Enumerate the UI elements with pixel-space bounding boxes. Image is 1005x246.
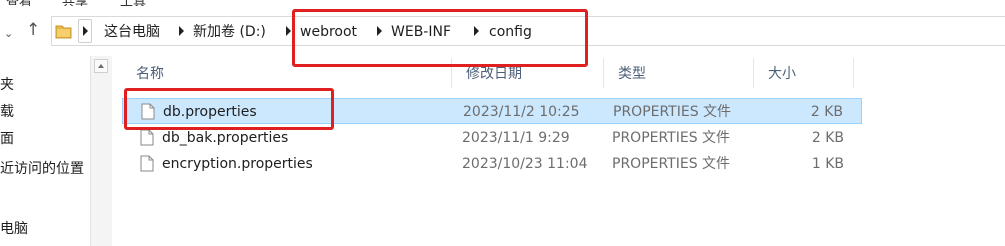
file-size: 2 KB xyxy=(810,104,843,120)
file-date: 2023/10/23 11:04 xyxy=(462,156,588,172)
chevron-right-icon[interactable] xyxy=(377,26,382,36)
file-type: PROPERTIES 文件 xyxy=(613,104,732,120)
column-header-size[interactable]: 大小 xyxy=(754,58,854,88)
column-header-type[interactable]: 类型 xyxy=(604,58,754,88)
address-bar[interactable]: 这台电脑 新加卷 (D:) webroot WEB-INF config xyxy=(51,16,1005,46)
file-list: 名称 修改日期 类型 大小 db.properties 2023/11/2 10… xyxy=(122,56,1005,246)
file-row[interactable]: encryption.properties 2023/10/23 11:04 P… xyxy=(122,151,862,177)
menu-item-share[interactable]: 共享 xyxy=(62,0,88,6)
column-header-name[interactable]: 名称 xyxy=(122,58,452,88)
nav-item-downloads[interactable]: 载 xyxy=(0,103,14,121)
nav-item-folder[interactable]: 夹 xyxy=(0,76,14,94)
file-name: encryption.properties xyxy=(162,156,313,172)
navigation-bar: ⌄ ↑ 这台电脑 新加卷 (D:) webroot WEB-INF config xyxy=(0,14,1005,50)
file-icon xyxy=(141,103,155,120)
breadcrumb-config[interactable]: config xyxy=(489,23,532,41)
nav-item-desktop[interactable]: 面 xyxy=(0,130,14,148)
column-header-type-label: 类型 xyxy=(618,66,646,82)
breadcrumb-web-inf[interactable]: WEB-INF xyxy=(391,23,451,41)
file-size: 2 KB xyxy=(811,130,844,146)
file-icon xyxy=(140,129,154,146)
nav-item-recent-places[interactable]: 近访问的位置 xyxy=(0,160,84,178)
navigation-pane: 夹 载 面 近访问的位置 电脑 xyxy=(0,56,92,246)
file-date: 2023/11/2 10:25 xyxy=(463,104,580,120)
recent-locations-button[interactable]: ⌄ xyxy=(4,25,13,43)
breadcrumb-drive-d[interactable]: 新加卷 (D:) xyxy=(193,23,266,41)
file-size: 1 KB xyxy=(811,156,844,172)
column-header-size-label: 大小 xyxy=(768,66,796,82)
column-header-name-label: 名称 xyxy=(136,66,164,82)
nav-item-this-pc[interactable]: 电脑 xyxy=(0,220,28,238)
file-row[interactable]: db_bak.properties 2023/11/1 9:29 PROPERT… xyxy=(122,125,862,151)
breadcrumb-root-arrow-button[interactable] xyxy=(78,19,92,43)
menu-item-tools[interactable]: 工具 xyxy=(120,0,146,6)
menu-item-view[interactable]: 查看 xyxy=(6,0,32,6)
breadcrumb-this-pc[interactable]: 这台电脑 xyxy=(104,23,160,41)
file-type: PROPERTIES 文件 xyxy=(612,156,731,172)
file-date: 2023/11/1 9:29 xyxy=(462,130,570,146)
chevron-right-icon xyxy=(83,26,88,36)
file-icon xyxy=(140,155,154,172)
navigation-pane-scrollbar[interactable] xyxy=(90,56,112,246)
chevron-right-icon[interactable] xyxy=(474,26,479,36)
folder-icon xyxy=(55,25,72,39)
file-name: db_bak.properties xyxy=(162,130,289,146)
file-name: db.properties xyxy=(163,104,257,120)
column-header-date[interactable]: 修改日期 xyxy=(452,58,604,88)
menu-strip: 查看 共享 工具 xyxy=(0,0,1005,6)
scroll-up-button[interactable] xyxy=(94,59,108,73)
chevron-right-icon[interactable] xyxy=(179,26,184,36)
column-header-date-label: 修改日期 xyxy=(466,66,522,82)
breadcrumb-webroot[interactable]: webroot xyxy=(300,23,357,41)
file-type: PROPERTIES 文件 xyxy=(612,130,731,146)
up-arrow-icon[interactable]: ↑ xyxy=(26,21,40,39)
file-row-selected[interactable]: db.properties 2023/11/2 10:25 PROPERTIES… xyxy=(122,98,862,124)
chevron-right-icon[interactable] xyxy=(286,26,291,36)
